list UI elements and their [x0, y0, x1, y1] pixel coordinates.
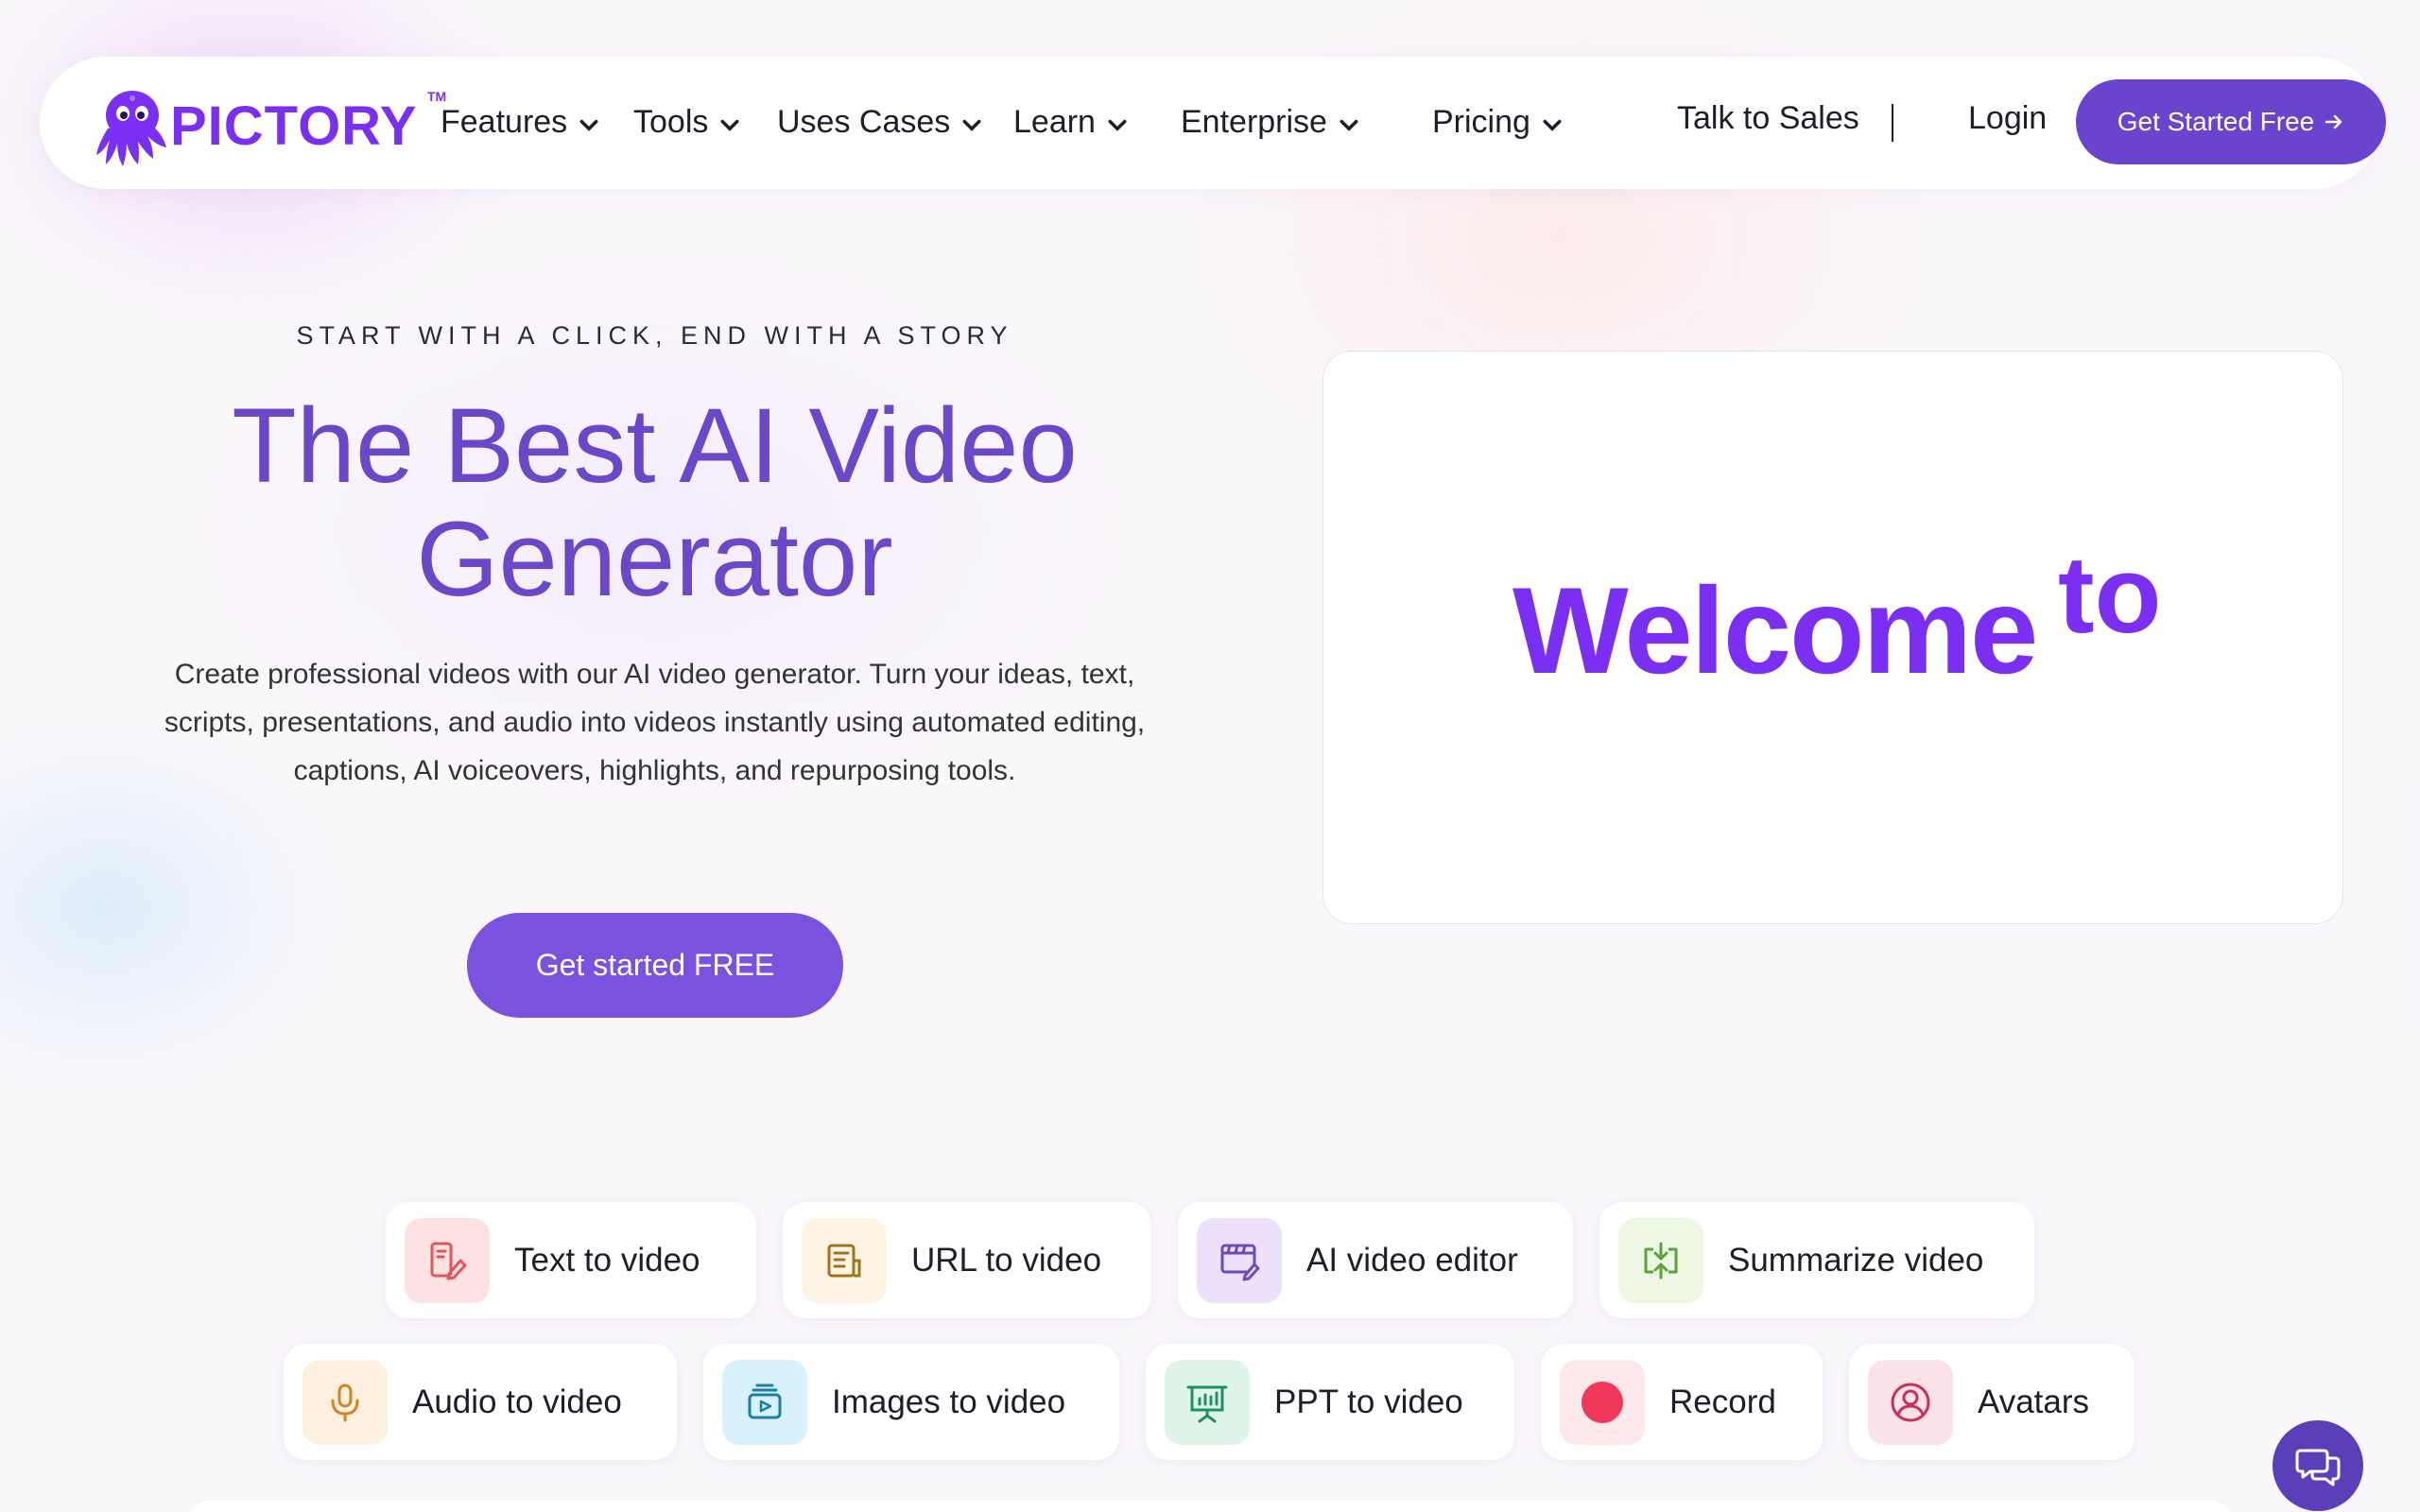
nav-divider [1892, 104, 1893, 142]
nav-use-cases[interactable]: Uses Cases [777, 100, 982, 144]
hero-video-player[interactable]: Welcome to [1323, 352, 2342, 923]
feature-label: PPT to video [1274, 1383, 1463, 1420]
hero-description: Create professional videos with our AI v… [164, 659, 1146, 786]
microphone-icon [302, 1359, 388, 1445]
video-text-to: to [2058, 533, 2162, 656]
presentation-icon [1165, 1359, 1250, 1445]
hero-title: The Best AI Video Generator [0, 389, 1309, 616]
chevron-down-icon [1543, 119, 1562, 131]
avatar-icon [1868, 1359, 1953, 1445]
nav-use-cases-label: Uses Cases [777, 103, 951, 140]
octopus-logo-icon [96, 91, 166, 166]
feature-images-to-video[interactable]: Images to video [703, 1344, 1119, 1460]
get-started-free-button[interactable]: Get Started Free [2076, 79, 2386, 164]
chevron-down-icon [720, 119, 739, 131]
record-icon [1560, 1359, 1645, 1445]
nav-features[interactable]: Features [441, 100, 599, 144]
chevron-down-icon [1340, 119, 1358, 131]
feature-label: URL to video [911, 1241, 1102, 1279]
images-icon [722, 1359, 807, 1445]
feature-label: Summarize video [1728, 1241, 1984, 1279]
feature-avatars[interactable]: Avatars [1849, 1344, 2135, 1460]
chevron-down-icon [962, 119, 981, 131]
chevron-down-icon [1108, 119, 1127, 131]
summarize-icon [1618, 1217, 1703, 1303]
arrow-right-icon [2325, 114, 2342, 129]
nav-learn-label: Learn [1013, 103, 1096, 140]
nav-tools-label: Tools [633, 103, 709, 140]
top-navigation: PICTORY TM Features Tools Uses Cases Lea… [40, 57, 2386, 189]
brand-wordmark: PICTORY [170, 95, 418, 157]
feature-text-to-video[interactable]: Text to video [386, 1202, 756, 1318]
pictory-logo[interactable]: PICTORY TM [93, 85, 446, 166]
chat-icon [2295, 1449, 2341, 1486]
feature-record[interactable]: Record [1541, 1344, 1823, 1460]
hero-title-line1: The Best AI Video [232, 387, 1078, 505]
feature-audio-to-video[interactable]: Audio to video [284, 1344, 677, 1460]
talk-to-sales-link[interactable]: Talk to Sales [1677, 100, 1859, 137]
login-link[interactable]: Login [1968, 100, 2047, 137]
nav-pricing-label: Pricing [1432, 103, 1530, 140]
get-started-hero-button[interactable]: Get started FREE [467, 913, 843, 1018]
feature-label: AI video editor [1306, 1241, 1518, 1279]
next-section-card [189, 1501, 2231, 1512]
feature-url-to-video[interactable]: URL to video [783, 1202, 1151, 1318]
hero-eyebrow: START WITH A CLICK, END WITH A STORY [296, 321, 1013, 350]
nav-enterprise-label: Enterprise [1181, 103, 1327, 140]
feature-ppt-to-video[interactable]: PPT to video [1146, 1344, 1514, 1460]
feature-label: Record [1669, 1383, 1776, 1420]
feature-label: Text to video [514, 1241, 700, 1279]
feature-label: Audio to video [412, 1383, 622, 1420]
nav-features-label: Features [441, 103, 568, 140]
video-editor-icon [1197, 1217, 1282, 1303]
nav-learn[interactable]: Learn [1013, 100, 1128, 144]
feature-ai-video-editor[interactable]: AI video editor [1178, 1202, 1573, 1318]
text-edit-icon [405, 1217, 490, 1303]
nav-pricing[interactable]: Pricing [1432, 100, 1563, 144]
feature-label: Images to video [832, 1383, 1066, 1420]
feature-label: Avatars [1978, 1383, 2090, 1420]
nav-tools[interactable]: Tools [633, 100, 740, 144]
video-text-welcome: Welcome [1512, 561, 2038, 699]
feature-summarize-video[interactable]: Summarize video [1599, 1202, 2034, 1318]
chevron-down-icon [579, 119, 598, 131]
chat-launcher-button[interactable] [2273, 1420, 2363, 1511]
document-icon [802, 1217, 887, 1303]
hero-title-line2: Generator [416, 500, 893, 618]
get-started-free-label: Get Started Free [2117, 107, 2315, 136]
nav-enterprise[interactable]: Enterprise [1181, 100, 1359, 144]
